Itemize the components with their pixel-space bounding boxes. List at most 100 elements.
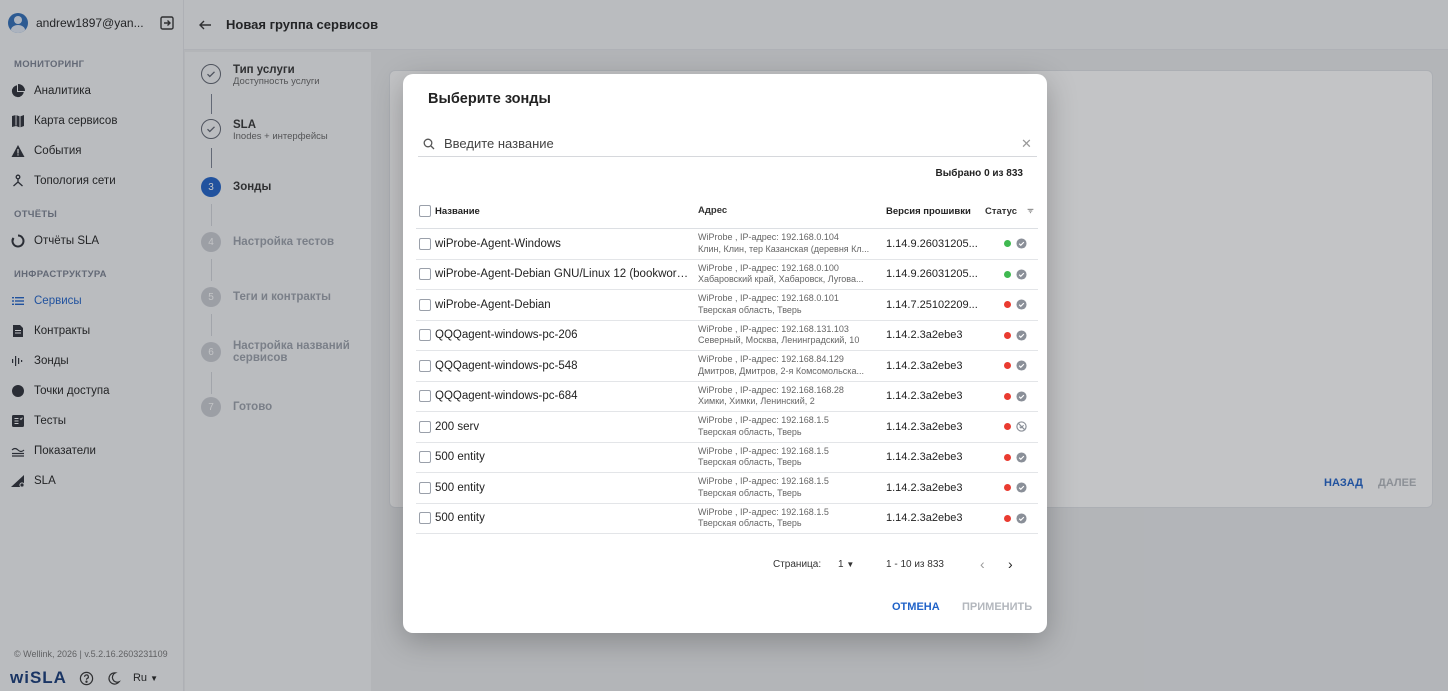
row-checkbox[interactable]	[419, 268, 431, 281]
search-input[interactable]	[436, 136, 1021, 151]
probe-location: Тверская область, Тверь	[698, 518, 802, 529]
probe-ip: WiProbe , IP-адрес: 192.168.168.28	[698, 384, 844, 395]
probe-ip: WiProbe , IP-адрес: 192.168.1.5	[698, 445, 829, 456]
probe-status	[984, 391, 1034, 402]
column-header-address: Адрес	[698, 205, 728, 217]
verified-icon	[1016, 330, 1027, 341]
row-checkbox[interactable]	[419, 359, 431, 372]
probe-address: WiProbe , IP-адрес: 192.168.168.28 Химки,…	[696, 385, 886, 408]
dialog-title: Выберите зонды	[428, 91, 551, 107]
probe-ip: WiProbe , IP-адрес: 192.168.1.5	[698, 476, 829, 487]
probe-firmware: 1.14.2.3a2ebe3	[886, 481, 963, 494]
table-row[interactable]: wiProbe-Agent-Debian WiProbe , IP-адрес: …	[416, 290, 1038, 321]
column-header-firmware: Версия прошивки	[886, 205, 971, 217]
select-all-checkbox[interactable]	[419, 205, 431, 217]
filter-icon[interactable]	[1027, 206, 1034, 216]
apply-button[interactable]: ПРИМЕНИТЬ	[962, 601, 1032, 613]
table-row[interactable]: 500 entity WiProbe , IP-адрес: 192.168.1.…	[416, 473, 1038, 504]
table-row[interactable]: wiProbe-Agent-Debian GNU/Linux 12 (bookw…	[416, 260, 1038, 290]
probe-firmware: 1.14.2.3a2ebe3	[886, 390, 963, 403]
probe-name: 500 entity	[435, 512, 485, 525]
status-dot-icon	[1004, 240, 1011, 248]
probe-ip: WiProbe , IP-адрес: 192.168.1.5	[698, 415, 829, 426]
status-dot-icon	[1004, 453, 1011, 461]
probe-location: Клин, Клин, тер Казанская (деревня Кл...	[698, 243, 870, 254]
table-row[interactable]: 200 serv WiProbe , IP-адрес: 192.168.1.5 Т…	[416, 412, 1038, 443]
column-header-name[interactable]: Название	[431, 206, 696, 217]
table-row[interactable]: 500 entity WiProbe , IP-адрес: 192.168.1.…	[416, 443, 1038, 473]
verified-icon	[1016, 269, 1027, 280]
table-row[interactable]: QQQagent-windows-pc-684 WiProbe , IP-адре…	[416, 382, 1038, 412]
probe-ip: WiProbe , IP-адрес: 192.168.131.103	[698, 323, 849, 334]
probe-location: Дмитров, Дмитров, 2-я Комсомольска...	[698, 365, 864, 376]
page-label: Страница:	[773, 559, 822, 570]
status-dot-icon	[1004, 301, 1011, 309]
column-header-status: Статус	[985, 205, 1018, 217]
pagination: Страница: 1 ▼ 1 - 10 из 833 ‹ ›	[403, 556, 1047, 576]
probe-location: Тверская область, Тверь	[698, 487, 802, 498]
select-probes-dialog: Выберите зонды ✕ Выбрано 0 из 833 Назван…	[403, 74, 1047, 633]
row-checkbox[interactable]	[419, 481, 431, 494]
table-row[interactable]: QQQagent-windows-pc-206 WiProbe , IP-адре…	[416, 321, 1038, 351]
probe-name: 500 entity	[435, 481, 485, 494]
chevron-left-icon[interactable]: ‹	[980, 556, 985, 572]
probe-name: wiProbe-Agent-Debian	[435, 298, 551, 311]
probe-status	[984, 269, 1034, 280]
page-select[interactable]: 1 ▼	[838, 559, 854, 570]
probe-firmware: 1.14.9.26031205...	[886, 237, 978, 250]
search-field: ✕	[418, 131, 1037, 157]
cancel-button[interactable]: ОТМЕНА	[892, 601, 940, 613]
row-checkbox[interactable]	[419, 329, 431, 342]
page-range: 1 - 10 из 833	[886, 559, 944, 570]
probe-ip: WiProbe , IP-адрес: 192.168.1.5	[698, 506, 829, 517]
probe-firmware: 1.14.2.3a2ebe3	[886, 420, 963, 433]
search-icon	[423, 138, 435, 149]
status-dot-icon	[1004, 423, 1011, 431]
probe-status	[984, 482, 1034, 493]
chevron-down-icon: ▼	[846, 560, 855, 569]
verified-icon	[1016, 452, 1027, 463]
probe-status	[984, 238, 1034, 249]
probe-ip: WiProbe , IP-адрес: 192.168.84.129	[698, 354, 844, 365]
probe-status	[984, 360, 1034, 371]
probe-name: 200 serv	[435, 420, 480, 433]
probe-name: QQQagent-windows-pc-548	[435, 359, 578, 372]
probe-name: QQQagent-windows-pc-206	[435, 329, 578, 342]
probe-address: WiProbe , IP-адрес: 192.168.1.5 Тверская …	[696, 415, 886, 438]
row-checkbox[interactable]	[419, 512, 431, 525]
probe-status	[984, 452, 1034, 463]
probe-location: Хабаровский край, Хабаровск, Лугова...	[698, 274, 864, 285]
probes-table: Название Адрес Версия прошивки Статус wi…	[416, 194, 1038, 534]
table-row[interactable]: wiProbe-Agent-Windows WiProbe , IP-адрес:…	[416, 229, 1038, 260]
probe-name: 500 entity	[435, 451, 485, 464]
probe-ip: WiProbe , IP-адрес: 192.168.0.101	[698, 293, 839, 304]
table-row[interactable]: QQQagent-windows-pc-548 WiProbe , IP-адре…	[416, 351, 1038, 382]
row-checkbox[interactable]	[419, 420, 431, 433]
status-dot-icon	[1004, 514, 1011, 522]
row-checkbox[interactable]	[419, 390, 431, 403]
close-icon[interactable]: ✕	[1021, 136, 1035, 152]
status-dot-icon	[1004, 484, 1011, 492]
probe-status	[984, 513, 1034, 524]
probe-address: WiProbe , IP-адрес: 192.168.0.101 Тверска…	[696, 293, 886, 316]
verified-icon	[1016, 391, 1027, 402]
probe-address: WiProbe , IP-адрес: 192.168.131.103 Север…	[696, 324, 886, 347]
probe-address: WiProbe , IP-адрес: 192.168.0.100 Хабаров…	[696, 263, 886, 286]
probe-location: Химки, Химки, Ленинский, 2	[698, 396, 815, 407]
probe-address: WiProbe , IP-адрес: 192.168.0.104 Клин, К…	[696, 232, 886, 255]
chevron-right-icon[interactable]: ›	[1008, 556, 1013, 572]
row-checkbox[interactable]	[419, 237, 431, 250]
row-checkbox[interactable]	[419, 451, 431, 464]
probe-firmware: 1.14.7.25102209...	[886, 298, 978, 311]
row-checkbox[interactable]	[419, 298, 431, 311]
probe-address: WiProbe , IP-адрес: 192.168.84.129 Дмитро…	[696, 354, 886, 377]
probe-status	[984, 330, 1034, 341]
table-header: Название Адрес Версия прошивки Статус	[416, 194, 1038, 229]
table-row[interactable]: 500 entity WiProbe , IP-адрес: 192.168.1.…	[416, 504, 1038, 534]
probe-status	[984, 421, 1034, 432]
status-dot-icon	[1004, 362, 1011, 370]
probe-address: WiProbe , IP-адрес: 192.168.1.5 Тверская …	[696, 476, 886, 499]
probe-firmware: 1.14.2.3a2ebe3	[886, 359, 963, 372]
probe-name: wiProbe-Agent-Windows	[435, 237, 561, 250]
verified-off-icon	[1016, 421, 1027, 432]
